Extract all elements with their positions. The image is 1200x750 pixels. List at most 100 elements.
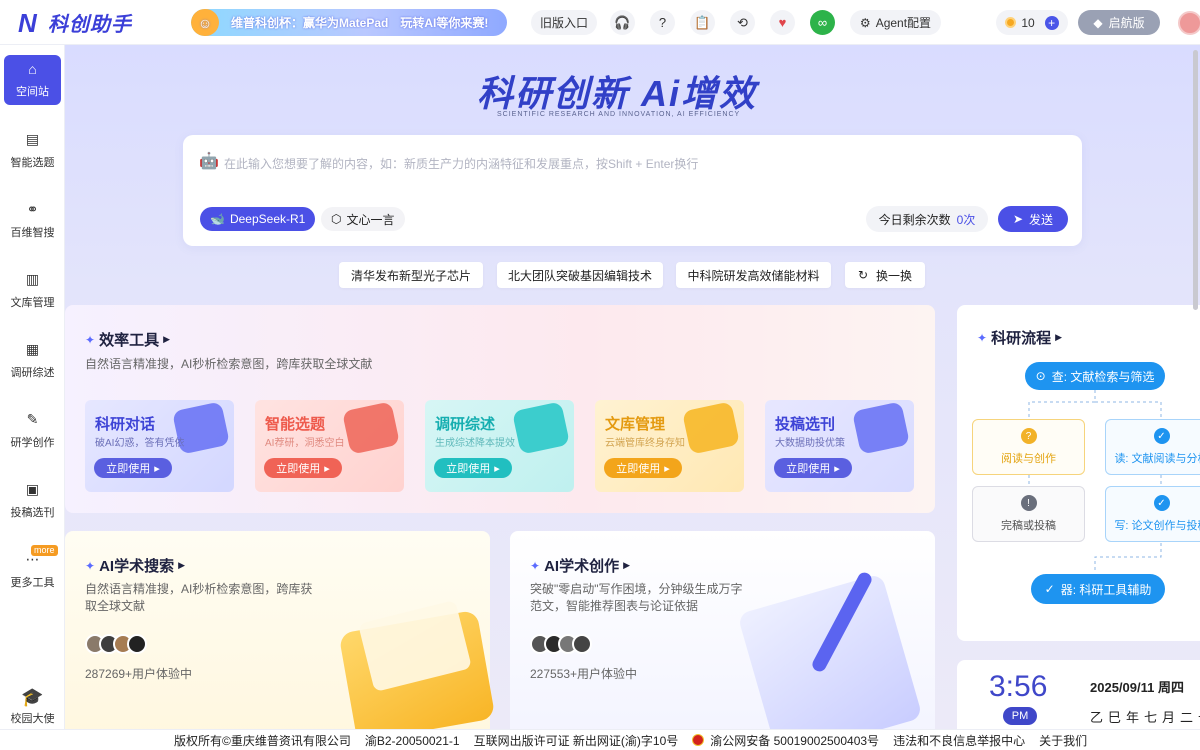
model-wenxin-chip[interactable]: ⬡ 文心一言 xyxy=(321,207,405,231)
quota-value: 0次 xyxy=(956,212,976,227)
main-content: 科研创新 Ai增效 SCIENTIFIC RESEARCH AND INNOVA… xyxy=(65,45,1200,730)
topic-board-icon xyxy=(341,401,401,455)
app-logo[interactable]: N 科创助手 xyxy=(18,8,132,37)
sidebar-item-label: 投稿选刊 xyxy=(10,506,55,519)
campus-ambassador[interactable]: 🎓 校园大使 xyxy=(4,685,61,727)
task-icon[interactable]: 📋 xyxy=(690,10,715,35)
search-input[interactable]: 在此输入您想要了解的内容，如：新质生产力的内涵特征和发展重点，按Shift + … xyxy=(224,155,698,172)
model-deepseek-chip[interactable]: 🐋 DeepSeek-R1 xyxy=(200,207,316,231)
quota-label: 今日剩余次数 xyxy=(878,212,951,227)
efficiency-desc: 自然语言精准搜，AI秒析检索意图，跨库获取全球文献 xyxy=(85,357,373,371)
sidebar-item-space-station[interactable]: ⌂ 空间站 xyxy=(4,55,61,105)
use-now-button[interactable]: 立即使用 ▸ xyxy=(604,458,682,478)
library-icon: ▥ xyxy=(25,270,40,287)
ai-search-card[interactable]: ✦ AI学术搜索 ▶ 自然语言精准搜，AI秒析检索意图，跨库获取全球文献 287… xyxy=(65,531,496,730)
contest-banner[interactable]: ☺ 维普科创杯： 赢华为MatePad 玩转AI等你来赛! xyxy=(191,9,507,36)
sidebar-item-more-tools[interactable]: more ⋯ 更多工具 xyxy=(4,545,61,595)
banner-text-3: 玩转AI等你来赛! xyxy=(400,16,489,30)
caret-right-icon: ▶ xyxy=(623,560,630,570)
hero-subtitle: SCIENTIFIC RESEARCH AND INNOVATION, AI E… xyxy=(497,111,741,118)
tool-card-library[interactable]: 文库管理 云端管库终身存知 立即使用 ▸ xyxy=(595,400,744,492)
ai-write-card[interactable]: ✦ AI学术创作 ▶ 突破"零启动"写作困境，分钟级生成万字范文，智能推荐图表与… xyxy=(510,531,935,730)
old-version-button[interactable]: 旧版入口 xyxy=(531,10,597,35)
caret-right-icon: ▸ xyxy=(664,462,670,475)
ai-write-title[interactable]: ✦ AI学术创作 ▶ xyxy=(530,555,630,576)
help-icon[interactable]: ? xyxy=(650,10,675,35)
footer-report[interactable]: 违法和不良信息举报中心 xyxy=(893,732,1025,749)
flow-node-read-create[interactable]: ? 阅读与创作 xyxy=(972,419,1085,475)
sidebar-item-search[interactable]: ⚭ 百维智搜 xyxy=(4,195,61,245)
use-now-button[interactable]: 立即使用 ▸ xyxy=(434,458,512,478)
footer-security[interactable]: 渝公网安备 50019002500403号 xyxy=(710,732,879,749)
sidebar-item-label: 百维智搜 xyxy=(10,226,55,239)
ai-search-title-text: AI学术搜索 xyxy=(99,558,175,575)
flow-node-read[interactable]: ✓ 读: 文献阅读与分析 xyxy=(1105,419,1200,475)
flow-node-finish[interactable]: ! 完稿或投稿 xyxy=(972,486,1085,542)
coin-balance[interactable]: 10 + xyxy=(996,10,1068,35)
use-now-label: 立即使用 xyxy=(106,463,151,475)
user-avatar[interactable] xyxy=(1178,11,1200,35)
ai-write-title-text: AI学术创作 xyxy=(544,558,620,575)
whale-icon: 🐋 xyxy=(210,212,225,226)
topic-chip[interactable]: 清华发布新型光子芯片 xyxy=(339,262,483,288)
sparkle-icon: ✦ xyxy=(85,332,96,347)
topic-chip[interactable]: 中科院研发高效储能材料 xyxy=(676,262,831,288)
agent-config-label: Agent配置 xyxy=(875,16,932,30)
police-emblem-icon xyxy=(692,734,705,746)
tool-desc: 破AI幻惑，答有凭依 xyxy=(95,438,185,449)
topic-chip[interactable]: 北大团队突破基因编辑技术 xyxy=(497,262,663,288)
sidebar-item-review[interactable]: ▦ 调研综述 xyxy=(4,335,61,385)
clock-time: 3:56 xyxy=(989,670,1048,703)
tool-card-research-chat[interactable]: 科研对话 破AI幻惑，答有凭依 立即使用 ▸ xyxy=(85,400,234,492)
coin-icon xyxy=(1005,17,1017,28)
use-now-button[interactable]: 立即使用 ▸ xyxy=(94,458,172,478)
user-avatars xyxy=(530,634,592,654)
tool-card-review[interactable]: 调研综述 生成综述降本提效 立即使用 ▸ xyxy=(425,400,574,492)
history-icon[interactable]: ⟲ xyxy=(730,10,755,35)
tool-card-submission[interactable]: 投稿选刊 大数据助投优策 立即使用 ▸ xyxy=(765,400,914,492)
coin-count: 10 xyxy=(1021,15,1035,30)
footer-about[interactable]: 关于我们 xyxy=(1039,732,1087,749)
tool-title: 投稿选刊 xyxy=(775,416,836,433)
footer-icp[interactable]: 渝B2-20050021-1 xyxy=(365,732,460,749)
app-name: 科创助手 xyxy=(48,14,132,36)
tool-desc: 生成综述降本提效 xyxy=(435,438,515,449)
tool-title: 文库管理 xyxy=(605,416,666,433)
hero-title: 科研创新 Ai增效 xyxy=(477,73,758,114)
ai-search-title[interactable]: ✦ AI学术搜索 ▶ xyxy=(85,555,185,576)
sparkle-icon: ✦ xyxy=(530,558,541,573)
page-scrollbar[interactable] xyxy=(1193,50,1198,310)
sidebar: ⌂ 空间站 ▤ 智能选题 ⚭ 百维智搜 ▥ 文库管理 ▦ 调研综述 ✎ 研学创作… xyxy=(0,45,65,750)
efficiency-title[interactable]: ✦ 效率工具 ▶ xyxy=(85,329,170,350)
research-flow-card: ✦ 科研流程 ▶ ⊙ 查: 文献检索与筛选 ? 阅读与创作 ✓ 读: 文献阅读与… xyxy=(957,305,1200,641)
flow-node-write[interactable]: ✓ 写: 论文创作与投稿 xyxy=(1105,486,1200,542)
flow-node-tools[interactable]: ✓ 器: 科研工具辅助 xyxy=(1031,574,1165,604)
link-icon[interactable]: ∞ xyxy=(810,10,835,35)
flow-node-label: 阅读与创作 xyxy=(1001,453,1056,465)
caret-right-icon: ▸ xyxy=(834,462,840,475)
agent-config-button[interactable]: ⚙ Agent配置 xyxy=(850,10,941,35)
use-now-button[interactable]: 立即使用 ▸ xyxy=(774,458,852,478)
sidebar-item-writing[interactable]: ✎ 研学创作 xyxy=(4,405,61,455)
ai-write-users: 227553+用户体验中 xyxy=(530,667,638,681)
tool-desc: AI荐研，洞悉空白 xyxy=(265,438,345,449)
ai-search-desc: 自然语言精准搜，AI秒析检索意图，跨库获取全球文献 xyxy=(85,582,313,613)
send-button[interactable]: ➤ 发送 xyxy=(998,206,1068,232)
launch-version-button[interactable]: ◆ 启航版 xyxy=(1078,10,1160,35)
heart-monitor-icon[interactable]: ♥ xyxy=(770,10,795,35)
tool-card-topic[interactable]: 智能选题 AI荐研，洞悉空白 立即使用 ▸ xyxy=(255,400,404,492)
caret-right-icon: ▶ xyxy=(163,334,170,344)
footer-license[interactable]: 互联网出版许可证 新出网证(渝)字10号 xyxy=(474,732,679,749)
add-coins-icon[interactable]: + xyxy=(1044,15,1059,30)
refresh-topics-button[interactable]: ↻ 换一换 xyxy=(845,262,925,288)
sidebar-item-topic[interactable]: ▤ 智能选题 xyxy=(4,125,61,175)
sidebar-item-library[interactable]: ▥ 文库管理 xyxy=(4,265,61,315)
more-badge: more xyxy=(31,545,58,556)
sidebar-item-submission[interactable]: ▣ 投稿选刊 xyxy=(4,475,61,525)
headset-icon[interactable]: 🎧 xyxy=(610,10,635,35)
use-now-button[interactable]: 立即使用 ▸ xyxy=(264,458,342,478)
tool-title: 智能选题 xyxy=(265,416,326,433)
avatar xyxy=(127,634,147,654)
journal-icon: ▣ xyxy=(25,480,40,497)
home-icon: ⌂ xyxy=(28,61,37,77)
